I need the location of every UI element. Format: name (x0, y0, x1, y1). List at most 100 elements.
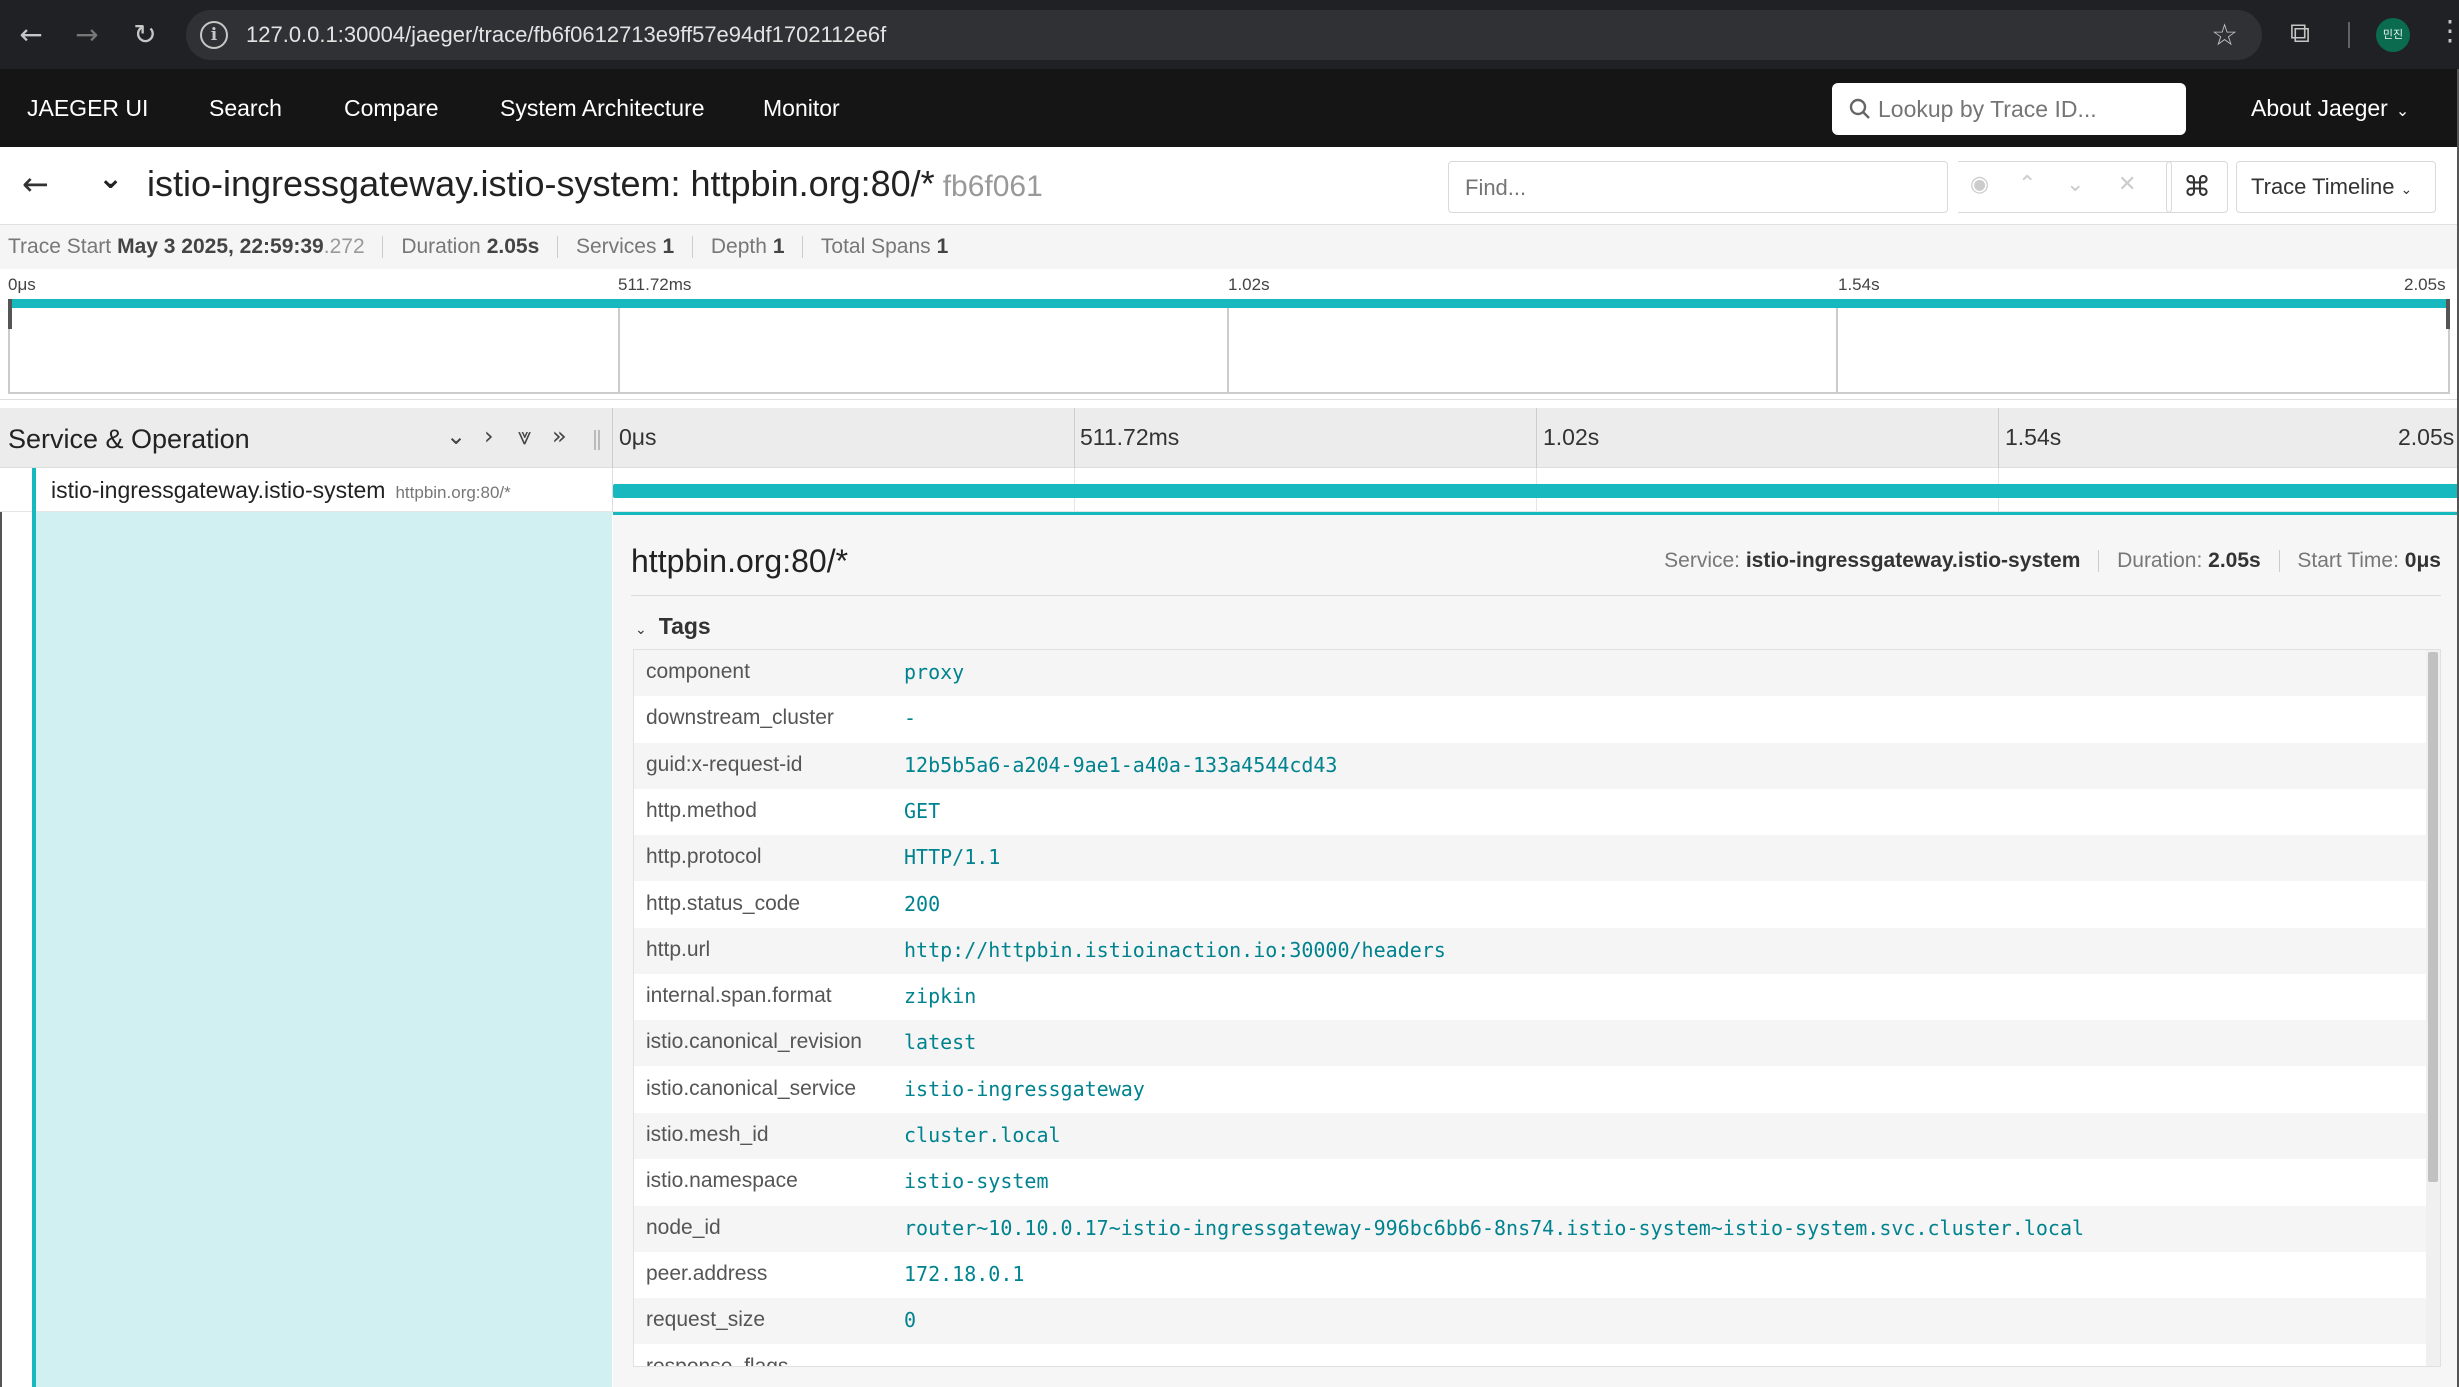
tag-key: request_size (646, 1308, 766, 1332)
duration-label: Duration: (2117, 549, 2203, 572)
find-input[interactable] (1465, 172, 1765, 204)
tag-value: cluster.local (904, 1123, 1061, 1147)
tag-row[interactable]: node_id router~10.10.0.17~istio-ingressga… (634, 1205, 2428, 1252)
clear-icon[interactable]: ✕ (2118, 172, 2136, 197)
tag-row[interactable]: http.status_code 200 (634, 882, 2428, 928)
extensions-icon[interactable]: ⧉ (2290, 16, 2310, 50)
trace-title-text: istio-ingressgateway.istio-system: httpb… (147, 163, 935, 204)
tags-scrollbar[interactable] (2426, 650, 2440, 1366)
minimap-tick: 1.02s (1228, 275, 1270, 294)
minimap-tick: 0μs (8, 275, 36, 294)
span-row[interactable]: istio-ingressgateway.istio-system httpbin… (0, 468, 2459, 512)
divider (802, 236, 804, 259)
nav-compare[interactable]: Compare (344, 95, 439, 122)
nav-monitor[interactable]: Monitor (763, 95, 840, 122)
jaeger-brand[interactable]: JAEGER UI (27, 95, 148, 122)
duration-value: 2.05s (486, 235, 540, 258)
view-mode-select[interactable]: Trace Timeline ⌄ (2236, 161, 2436, 213)
expand-one-icon[interactable]: › (484, 422, 494, 450)
minimap-tick: 2.05s (2404, 275, 2446, 294)
trace-id-lookup[interactable] (1832, 83, 2186, 135)
service-operation-title: Service & Operation (8, 424, 250, 454)
collapse-one-icon[interactable]: ⌄ (446, 422, 466, 450)
scrollbar-thumb[interactable] (2428, 652, 2438, 1182)
tag-key: istio.mesh_id (646, 1123, 769, 1146)
tag-value: istio-ingressgateway (904, 1076, 1145, 1101)
timeline-tick: 0μs (619, 424, 657, 450)
trace-start-ms: .272 (323, 235, 365, 258)
url-text[interactable]: 127.0.0.1:30004/jaeger/trace/fb6f0612713… (246, 22, 886, 48)
span-duration-bar[interactable] (613, 484, 2459, 498)
tag-row[interactable]: downstream_cluster - (634, 696, 2428, 742)
divider (0, 512, 2, 1387)
tag-row[interactable]: request_size 0 (634, 1298, 2428, 1345)
span-view-header: Service & Operation ⌄ › ⩔ » 0μs 511.72ms… (0, 408, 2459, 468)
column-resizer[interactable] (594, 430, 600, 450)
tag-row[interactable]: istio.mesh_id cluster.local (634, 1113, 2428, 1159)
tag-row[interactable]: peer.address 172.18.0.1 (634, 1252, 2428, 1298)
view-mode-label: Trace Timeline (2251, 174, 2395, 199)
span-service-name[interactable]: istio-ingressgateway.istio-system httpbin… (51, 477, 511, 504)
span-detail-gutter (0, 512, 612, 1387)
collapse-all-icon[interactable]: » (552, 422, 567, 450)
browser-menu-icon[interactable]: ⋮ (2436, 14, 2459, 47)
minimap-left-handle[interactable] (8, 299, 12, 329)
chevron-down-icon[interactable]: ⌄ (98, 161, 123, 196)
site-info-icon[interactable]: i (200, 21, 228, 49)
reload-icon[interactable]: ↻ (126, 16, 164, 54)
divider (2098, 550, 2100, 573)
chevron-up-icon[interactable]: ⌃ (2018, 172, 2036, 197)
back-arrow-icon[interactable]: ← (12, 16, 50, 54)
minimap-tick: 1.54s (1838, 275, 1880, 294)
tag-key: peer.address (646, 1261, 768, 1285)
tag-row[interactable]: istio.canonical_service istio-ingressgate… (634, 1067, 2428, 1113)
tags-table: response_flags request_size 0 peer.address 1… (633, 649, 2441, 1367)
divider (557, 236, 559, 259)
tag-row[interactable]: internal.span.format zipkin (634, 974, 2428, 1020)
trace-id-input[interactable] (1878, 91, 2168, 127)
minimap-gridline (1227, 299, 1229, 394)
span-detail-panel: httpbin.org:80/* Service: istio-ingressg… (613, 512, 2459, 1387)
forward-arrow-icon[interactable]: → (68, 16, 106, 54)
minimap-right-handle[interactable] (2446, 299, 2450, 329)
tag-row[interactable]: http.method GET (634, 789, 2428, 835)
browser-toolbar: ← → ↻ i 127.0.0.1:30004/jaeger/trace/fb6… (0, 0, 2459, 69)
tag-value: - (904, 706, 917, 731)
tag-row[interactable]: http.url http://httpbin.istioinaction.io:… (634, 927, 2428, 974)
divider (2278, 550, 2280, 573)
tag-row[interactable]: response_flags (634, 1345, 2428, 1367)
tag-key: response_flags (646, 1354, 789, 1367)
address-bar[interactable]: i 127.0.0.1:30004/jaeger/trace/fb6f06127… (186, 10, 2262, 60)
tag-row[interactable]: http.protocol HTTP/1.1 (634, 835, 2428, 882)
tag-row[interactable]: istio.namespace istio-system (634, 1159, 2428, 1205)
keyboard-shortcuts-icon[interactable]: ⌘ (2166, 161, 2228, 213)
bookmark-star-icon[interactable]: ☆ (2211, 18, 2238, 53)
about-jaeger-label: About Jaeger (2251, 95, 2388, 121)
duration-label: Duration (401, 235, 481, 258)
about-jaeger-dropdown[interactable]: About Jaeger ⌄ (2251, 95, 2409, 122)
expand-all-icon[interactable]: ⩔ (518, 422, 532, 450)
tag-key: istio.canonical_revision (646, 1030, 862, 1054)
tag-row[interactable]: guid:x-request-id 12b5b5a6-a204-9ae1-a40a… (634, 742, 2428, 789)
trace-minimap[interactable]: 0μs 511.72ms 1.02s 1.54s 2.05s (0, 269, 2459, 400)
nav-search[interactable]: Search (209, 95, 282, 122)
services-label: Services (575, 235, 657, 258)
service-value: istio-ingressgateway.istio-system (1745, 549, 2081, 572)
locate-icon[interactable]: ◉ (1970, 172, 1989, 197)
back-arrow-icon[interactable]: ← (22, 165, 49, 203)
tag-row[interactable]: component proxy (634, 650, 2428, 696)
toolbar-divider (2348, 22, 2350, 48)
tag-row[interactable]: istio.canonical_revision latest (634, 1020, 2428, 1067)
tag-key: http.protocol (646, 845, 762, 869)
minimap-canvas[interactable] (8, 299, 2450, 394)
tag-key: internal.span.format (646, 984, 832, 1008)
start-time-label: Start Time: (2297, 549, 2399, 572)
find-box[interactable] (1448, 161, 1948, 213)
minimap-gridline (618, 299, 620, 394)
tags-toggle[interactable]: ⌄ Tags (635, 613, 711, 640)
chevron-down-icon[interactable]: ⌄ (2066, 172, 2084, 197)
minimap-tick: 511.72ms (618, 275, 692, 294)
depth-label: Depth (710, 235, 767, 258)
nav-system-architecture[interactable]: System Architecture (500, 95, 705, 122)
profile-avatar[interactable]: 민진 (2376, 18, 2410, 52)
